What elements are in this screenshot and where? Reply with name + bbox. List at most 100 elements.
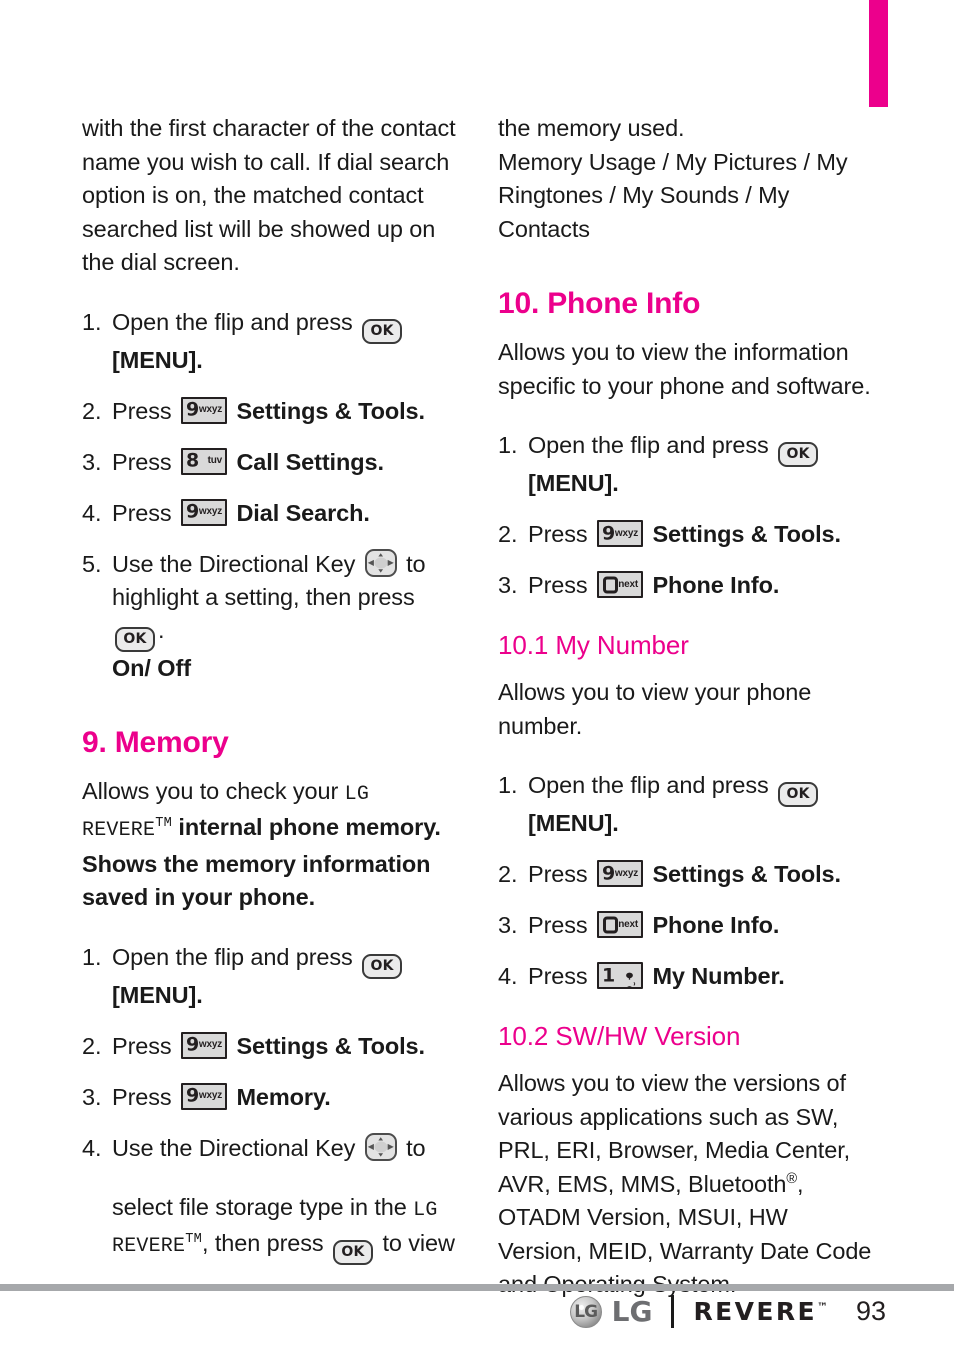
step-text: Press	[112, 499, 178, 526]
step-number: 2.	[498, 521, 518, 547]
step-item: 1. Open the flip and press OK [MENU].	[82, 306, 457, 377]
dpad-center	[374, 1141, 388, 1152]
lg-logo-icon: LG	[569, 1295, 602, 1328]
footer-divider-rule	[0, 1284, 954, 1291]
key-digit: 9	[186, 398, 200, 421]
step-number: 2.	[498, 861, 518, 887]
step-bold-tail: [MENU].	[528, 810, 619, 836]
key-letters: wxyz	[198, 404, 222, 415]
step-item: 2. Press 9 wxyz Settings & Tools.	[498, 518, 873, 551]
step-text: Use the Directional Key	[112, 1134, 362, 1161]
8-tuv-key-icon: 8 tuv	[181, 447, 227, 475]
step-bold-tail: Call Settings.	[236, 448, 384, 475]
memory-options-list: Memory Usage / My Pictures / My Ringtone…	[498, 148, 848, 242]
step4-cont-a: select file storage type in the	[112, 1193, 414, 1220]
step-item: 3. Press 8 tuv Call Settings.	[82, 446, 457, 479]
registered-mark: ®	[786, 1170, 798, 1187]
step-text: Press	[528, 572, 594, 598]
memory-section-heading: 9. Memory	[82, 725, 229, 759]
page-number: 93	[855, 1296, 886, 1326]
step-text: Use the Directional Key	[112, 550, 362, 577]
ok-key-icon: OK	[362, 318, 403, 344]
step-item: 4. Press 9 wxyz Dial Search.	[82, 497, 457, 530]
step-text: Press	[528, 861, 594, 887]
dpad-left-arrow: ◀	[367, 1141, 374, 1151]
1-voicemail-key-icon: 1	[597, 962, 643, 989]
directional-key-icon: ▲ ▼ ◀ ▶	[364, 548, 397, 577]
step4-cont-c: to view	[376, 1229, 455, 1256]
swhw-version-description: Allows you to view the versions of vario…	[498, 1067, 873, 1302]
dpad-down-arrow: ▼	[376, 567, 385, 574]
key-letters: wxyz	[614, 867, 638, 879]
0-next-key-icon: next	[597, 571, 643, 598]
phone-info-description: Allows you to view the information speci…	[498, 339, 871, 399]
9-wxyz-key-icon: 9 wxyz	[597, 860, 643, 887]
step-number: 2.	[82, 1032, 102, 1059]
key-letters: next	[618, 578, 638, 590]
left-column: with the first character of the contact …	[82, 112, 457, 1265]
step-text: Open the flip and press	[528, 772, 776, 798]
revere-text: REVERE	[693, 1297, 817, 1326]
9-wxyz-key-icon: 9 wxyz	[181, 1031, 227, 1059]
lg-wordmark: LG	[611, 1295, 653, 1328]
memory-steps: 1. Open the flip and press OK [MENU]. 2.…	[82, 941, 457, 1265]
step-item: 1. Open the flip and press OK [MENU].	[498, 429, 873, 500]
key-zero-glyph	[603, 916, 618, 933]
step-bold-tail: Phone Info.	[652, 572, 780, 598]
key-letters: next	[618, 918, 638, 930]
key-digit: 9	[186, 500, 200, 523]
ok-key-icon: OK	[362, 953, 403, 979]
9-wxyz-key-icon: 9 wxyz	[597, 520, 643, 547]
ok-key-icon: OK	[333, 1239, 374, 1265]
step-number: 3.	[498, 912, 518, 938]
phone-info-steps: 1. Open the flip and press OK [MENU]. 2.…	[498, 429, 873, 602]
footer-brand-divider	[671, 1295, 675, 1328]
step-item: 5. Use the Directional Key ▲ ▼ ◀ ▶ to highl…	[82, 548, 457, 685]
dpad-right-arrow: ▶	[387, 1141, 394, 1151]
9-wxyz-key-icon: 9 wxyz	[181, 498, 227, 526]
footer-brand-block: LG LG REVERE™ 93	[569, 1295, 886, 1328]
step-item: 2. Press 9 wxyz Settings & Tools.	[498, 858, 873, 891]
trademark-mark: TM	[155, 816, 172, 832]
swhw-version-subsection-heading: 10.2 SW/HW Version	[498, 1021, 741, 1051]
0-next-key-icon: next	[597, 911, 643, 938]
step-number: 4.	[498, 963, 518, 989]
step-item: 1. Open the flip and press OK [MENU].	[82, 941, 457, 1012]
step-number: 1.	[82, 308, 102, 335]
step-item: 3. Press next Phone Info.	[498, 909, 873, 942]
key-letters: wxyz	[198, 506, 222, 517]
my-number-steps: 1. Open the flip and press OK [MENU]. 2.…	[498, 769, 873, 993]
dpad-up-arrow: ▲	[376, 1135, 385, 1142]
step-item: 4. Use the Directional Key ▲ ▼ ◀ ▶ to selec…	[82, 1132, 457, 1265]
trademark-mark: TM	[185, 1231, 202, 1247]
9-wxyz-key-icon: 9 wxyz	[181, 1082, 227, 1110]
dpad-down-arrow: ▼	[376, 1151, 385, 1158]
step-number: 1.	[498, 432, 518, 458]
key-digit: 1	[602, 964, 616, 986]
step-number: 1.	[82, 943, 102, 970]
step-text: Press	[528, 963, 594, 989]
step-text: Press	[112, 448, 178, 475]
step-item: 3. Press next Phone Info.	[498, 569, 873, 602]
step-bold-tail: Dial Search.	[236, 499, 370, 526]
directional-key-icon: ▲ ▼ ◀ ▶	[364, 1132, 397, 1161]
step-bold-tail: Settings & Tools.	[652, 861, 841, 887]
step-bold-tail: Settings & Tools.	[236, 397, 425, 424]
step4-cont-b: , then press	[201, 1229, 331, 1256]
voicemail-glyph	[622, 966, 637, 987]
step-number: 1.	[498, 772, 518, 798]
dial-search-steps: 1. Open the flip and press OK [MENU]. 2.…	[82, 306, 457, 685]
step-bold-tail: [MENU].	[112, 981, 203, 1008]
step-text: Press	[112, 397, 178, 424]
lg-logo-eye	[578, 1304, 584, 1310]
step-number: 4.	[82, 499, 102, 526]
right-column: the memory used. Memory Usage / My Pictu…	[498, 112, 873, 1302]
step-text: Open the flip and press	[112, 943, 360, 970]
step-period: .	[158, 616, 165, 643]
key-digit: 8	[186, 449, 200, 472]
step-number: 3.	[82, 448, 102, 475]
step-bold-tail: [MENU].	[112, 346, 203, 373]
ok-key-icon: OK	[115, 626, 155, 652]
9-wxyz-key-icon: 9 wxyz	[181, 396, 227, 424]
key-letters: tuv	[207, 455, 223, 466]
